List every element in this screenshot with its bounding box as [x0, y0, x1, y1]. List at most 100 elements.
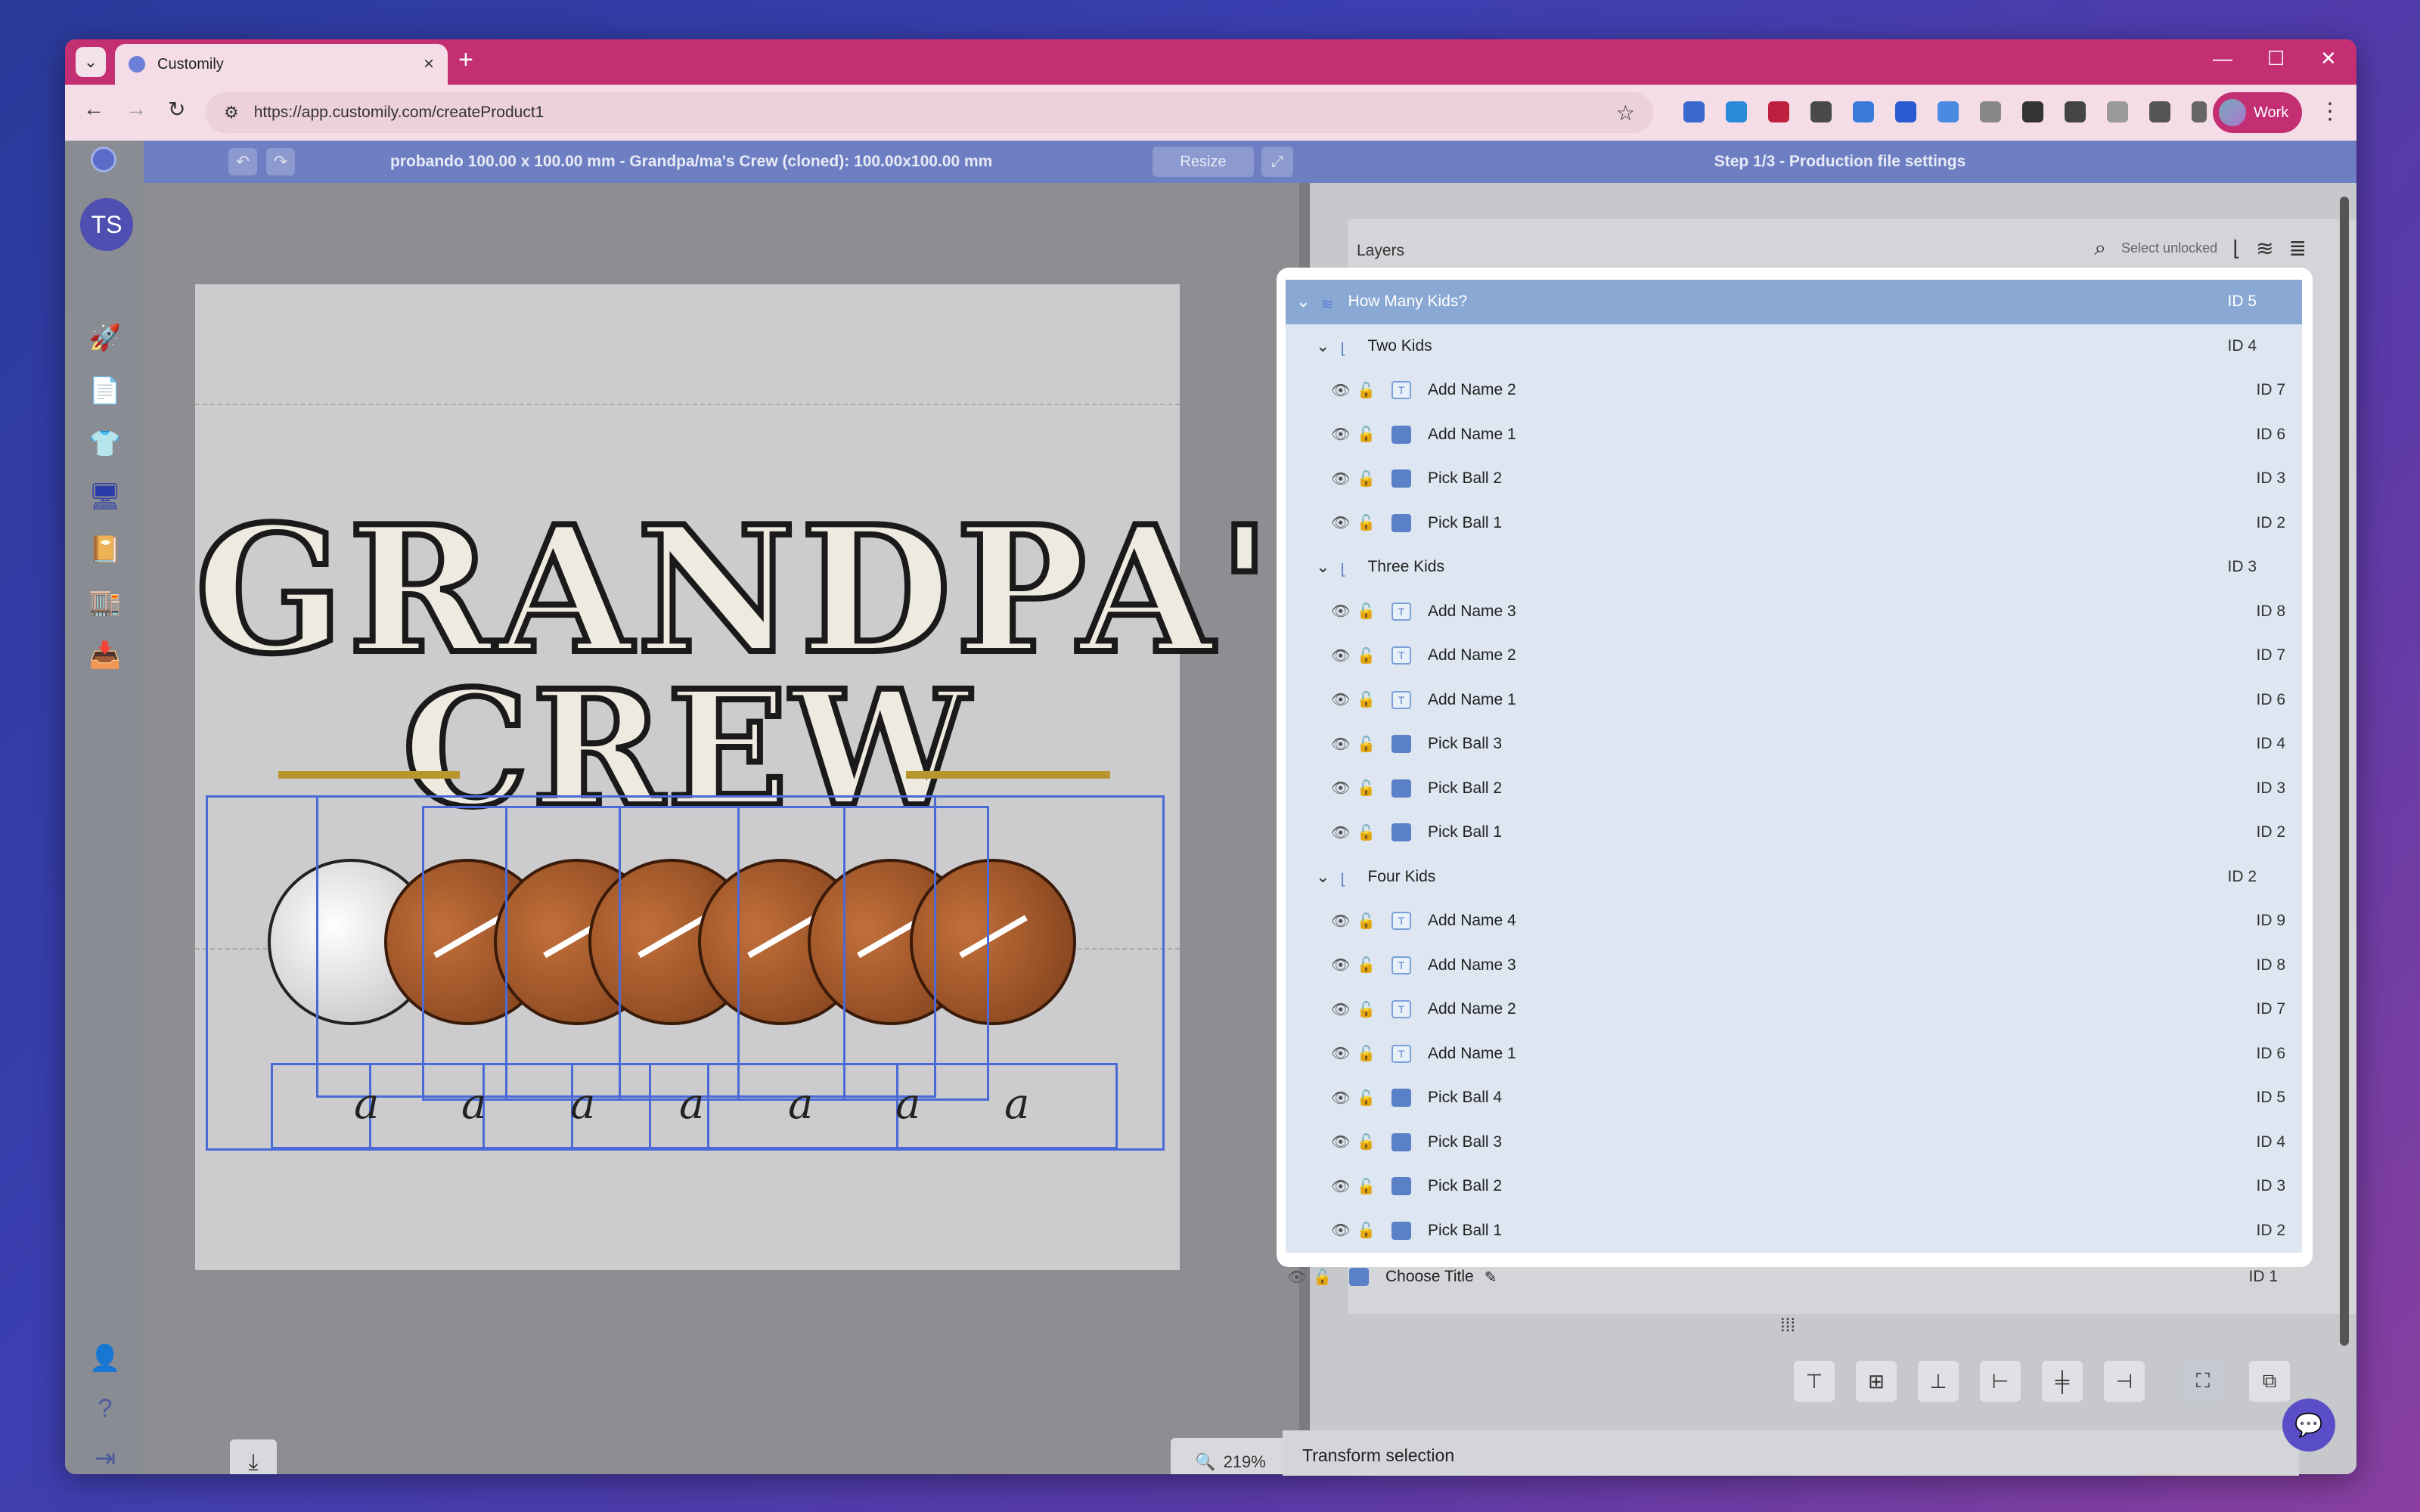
new-tab-icon[interactable]: + — [458, 45, 473, 75]
eye-icon[interactable]: 👁 — [1331, 779, 1350, 798]
extension-icon[interactable] — [1768, 101, 1789, 122]
transform-selection-section[interactable]: Transform selection — [1283, 1430, 2299, 1476]
align-center-icon[interactable]: ╪ — [2042, 1361, 2083, 1402]
eye-icon[interactable]: 👁 — [1331, 1000, 1350, 1019]
unlock-icon[interactable]: 🔓 — [1357, 690, 1376, 709]
unlock-icon[interactable]: 🔓 — [1313, 1268, 1332, 1287]
profile-button[interactable]: Work — [2213, 92, 2302, 133]
download-button[interactable]: ⤓ — [230, 1439, 277, 1474]
layer-row[interactable]: 👁 🔓 Pick Ball 2 ID 3 — [1286, 1164, 2302, 1209]
zoom-control[interactable]: 🔍 219% — [1171, 1438, 1290, 1474]
chevron-down-icon[interactable]: ⌄ — [1296, 292, 1310, 311]
file-icon[interactable]: 📄 — [89, 375, 121, 407]
eye-icon[interactable]: 👁 — [1331, 1089, 1350, 1108]
extensions-puzzle-icon[interactable] — [2149, 101, 2170, 122]
layer-row[interactable]: 👁 🔓 Pick Ball 2 ID 3 — [1286, 766, 2302, 810]
eye-icon[interactable]: 👁 — [1331, 602, 1350, 621]
unlock-icon[interactable]: 🔓 — [1357, 956, 1376, 974]
select-unlocked-button[interactable]: Select unlocked — [2121, 240, 2217, 256]
layer-row[interactable]: 👁 🔓 Pick Ball 3 ID 4 — [1286, 1120, 2302, 1164]
maximize-icon[interactable]: ☐ — [2267, 47, 2285, 70]
extension-icon[interactable] — [1683, 101, 1705, 122]
unlock-icon[interactable]: 🔓 — [1357, 823, 1376, 842]
unlock-icon[interactable]: 🔓 — [1357, 1132, 1376, 1151]
chat-support-icon[interactable]: 💬 — [2282, 1399, 2335, 1452]
layer-row[interactable]: 👁 🔓 T Add Name 4 ID 9 — [1286, 899, 2302, 943]
redo-button[interactable]: ↷ — [266, 148, 295, 175]
minimize-icon[interactable]: — — [2213, 47, 2232, 70]
unlock-icon[interactable]: 🔓 — [1357, 1177, 1376, 1196]
unlock-icon[interactable]: 🔓 — [1357, 381, 1376, 400]
tab-search-button[interactable]: ⌄ — [76, 47, 106, 77]
unlock-icon[interactable]: 🔓 — [1357, 1044, 1376, 1063]
layer-row[interactable]: 👁 🔓 Pick Ball 4 ID 5 — [1286, 1076, 2302, 1120]
extension-icon[interactable] — [1726, 101, 1747, 122]
eye-icon[interactable]: 👁 — [1331, 1044, 1350, 1063]
url-bar[interactable]: ⚙ https://app.customily.com/createProduc… — [206, 92, 1653, 133]
reload-icon[interactable]: ↻ — [168, 97, 185, 122]
back-icon[interactable]: ← — [83, 97, 104, 121]
forward-icon[interactable]: → — [126, 97, 147, 121]
browser-tab[interactable]: Customily × — [115, 44, 448, 85]
extension-icon[interactable] — [2022, 101, 2043, 122]
customily-logo[interactable] — [91, 147, 116, 172]
unlock-icon[interactable]: 🔓 — [1357, 912, 1376, 931]
eye-icon[interactable]: 👁 — [1331, 823, 1350, 842]
expand-icon[interactable]: ⤢ — [1261, 147, 1293, 177]
align-middle-icon[interactable]: ⊞ — [1856, 1361, 1897, 1402]
unlock-icon[interactable]: 🔓 — [1357, 1000, 1376, 1019]
unlock-icon[interactable]: 🔓 — [1357, 469, 1376, 488]
book-icon[interactable]: 📔 — [89, 534, 121, 565]
unlock-icon[interactable]: 🔓 — [1357, 735, 1376, 754]
unlock-icon[interactable]: 🔓 — [1357, 513, 1376, 532]
group-icon[interactable]: ⌊ — [2232, 236, 2241, 261]
chevron-down-icon[interactable]: ⌄ — [1316, 867, 1329, 887]
media-icon[interactable] — [2192, 101, 2207, 122]
eye-icon[interactable]: 👁 — [1331, 735, 1350, 754]
align-left-icon[interactable]: ⊢ — [1980, 1361, 2021, 1402]
bookmark-star-icon[interactable]: ☆ — [1616, 101, 1635, 125]
shield-extension-icon[interactable] — [2107, 101, 2128, 122]
layer-row[interactable]: 👁 🔓 Add Name 1 ID 6 — [1286, 412, 2302, 457]
layers-stack-icon[interactable]: ≣ — [2289, 236, 2307, 261]
help-icon[interactable]: ? — [89, 1393, 121, 1424]
eye-icon[interactable]: 👁 — [1331, 1221, 1350, 1240]
eye-icon[interactable]: 👁 — [1331, 425, 1350, 444]
layer-row[interactable]: 👁 🔓 T Add Name 2 ID 7 — [1286, 634, 2302, 678]
unlock-icon[interactable]: 🔓 — [1357, 779, 1376, 798]
fit-page-icon[interactable]: ⧉ — [2249, 1361, 2290, 1402]
drag-handle-icon[interactable]: ⁞⁞⁞ — [1780, 1315, 1795, 1337]
user-settings-icon[interactable]: 👤 — [89, 1343, 121, 1374]
design-monitor-icon[interactable]: 🖥 — [88, 481, 121, 513]
close-window-icon[interactable]: ✕ — [2320, 47, 2337, 70]
unlock-icon[interactable]: 🔓 — [1357, 425, 1376, 444]
layer-row-group[interactable]: ⌄ ⌊ Four Kids ID 2 — [1286, 854, 2302, 899]
unlock-icon[interactable]: 🔓 — [1357, 646, 1376, 665]
layer-row[interactable]: 👁 🔓 Pick Ball 1 ID 2 — [1286, 500, 2302, 545]
selection-box[interactable] — [619, 806, 845, 1101]
layer-row[interactable]: 👁 🔓 T Add Name 1 ID 6 — [1286, 1031, 2302, 1076]
layer-row[interactable]: 👁 🔓 Pick Ball 1 ID 2 — [1286, 1208, 2302, 1253]
extension-icon[interactable] — [1938, 101, 1959, 122]
layer-row[interactable]: 👁 🔓 T Add Name 2 ID 7 — [1286, 368, 2302, 413]
inbox-icon[interactable]: 📥 — [89, 640, 121, 671]
layer-row-group[interactable]: ⌄ ⌊ Two Kids ID 4 — [1286, 324, 2302, 368]
unlock-icon[interactable]: 🔓 — [1357, 1089, 1376, 1108]
eye-icon[interactable]: 👁 — [1331, 381, 1350, 400]
eye-icon[interactable]: 👁 — [1331, 1177, 1350, 1196]
user-avatar[interactable]: TS — [80, 198, 133, 251]
layer-row[interactable]: 👁 🔓 Pick Ball 3 ID 4 — [1286, 722, 2302, 767]
chevron-down-icon[interactable]: ⌄ — [1316, 557, 1329, 577]
eye-icon[interactable]: 👁 — [1287, 1268, 1306, 1287]
unlock-icon[interactable]: 🔓 — [1357, 1221, 1376, 1240]
edit-pencil-icon[interactable]: ✎ — [1485, 1268, 1497, 1287]
unlock-icon[interactable]: 🔓 — [1357, 602, 1376, 621]
layer-row[interactable]: 👁 🔓 Pick Ball 2 ID 3 — [1286, 457, 2302, 501]
eye-icon[interactable]: 👁 — [1331, 1132, 1350, 1151]
align-right-icon[interactable]: ⊣ — [2104, 1361, 2145, 1402]
camera-extension-icon[interactable] — [1980, 101, 2001, 122]
layer-row[interactable]: 👁 🔓 T Add Name 3 ID 8 — [1286, 943, 2302, 987]
search-icon[interactable]: ⌕ — [2094, 236, 2106, 261]
extension-icon[interactable] — [1895, 101, 1916, 122]
eye-icon[interactable]: 👁 — [1331, 646, 1350, 665]
